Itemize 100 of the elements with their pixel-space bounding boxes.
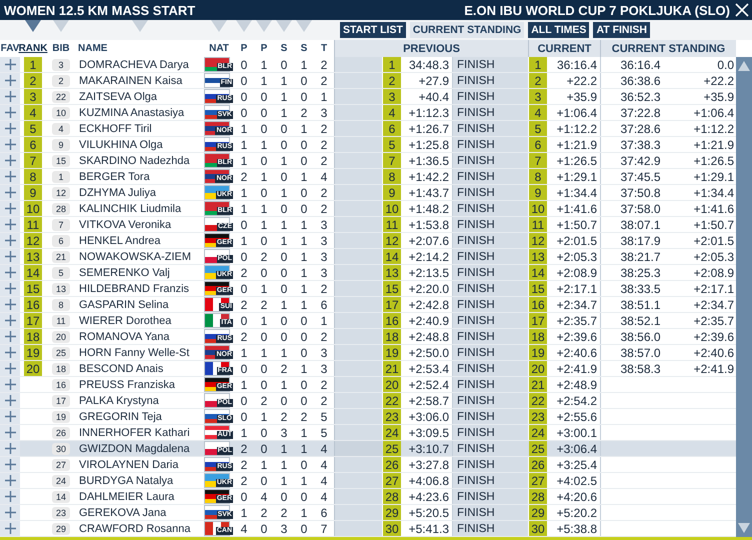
misses-count: 0: [280, 201, 288, 216]
standing-time: 37:38.3: [620, 138, 661, 152]
status-label: FINISH: [452, 505, 528, 520]
rank-badge: 24: [529, 425, 547, 440]
rank-badge: 12: [529, 233, 547, 248]
total-misses: 5: [320, 409, 328, 424]
column-header[interactable]: P: [254, 40, 274, 57]
view-tab[interactable]: AT FINISH: [593, 22, 650, 38]
athlete-name: GREGORIN Teja: [78, 410, 163, 424]
column-header[interactable]: S: [274, 40, 294, 57]
split-time: +1:21.9: [556, 137, 598, 152]
plus-icon[interactable]: [4, 59, 16, 70]
rank-badge: 11: [24, 217, 42, 232]
status-label: FINISH: [452, 489, 528, 504]
misses-count: 0: [280, 313, 288, 328]
rank-badge: 8: [383, 169, 401, 184]
plus-icon[interactable]: [4, 299, 16, 310]
plus-icon[interactable]: [4, 347, 16, 358]
athlete-name: KUZMINA Anastasiya: [78, 106, 186, 120]
plus-icon[interactable]: [4, 139, 16, 150]
column-header[interactable]: RANK: [20, 40, 46, 57]
close-icon[interactable]: [734, 2, 750, 18]
athlete-name: ZAITSEVA Olga: [78, 90, 158, 104]
misses-count: 0: [300, 457, 308, 472]
time-behind: +2:35.7: [694, 314, 734, 328]
plus-icon[interactable]: [4, 91, 16, 102]
plus-icon[interactable]: [4, 219, 16, 230]
misses-count: 1: [260, 73, 268, 88]
total-misses: 2: [320, 377, 328, 392]
column-header[interactable]: NAT: [204, 40, 234, 57]
scrollbar[interactable]: [736, 57, 752, 537]
bib-number: 1: [52, 170, 70, 182]
plus-icon[interactable]: [4, 203, 16, 214]
rank-badge: 19: [383, 345, 401, 360]
plus-icon[interactable]: [4, 267, 16, 278]
rank-badge: 7: [24, 153, 42, 168]
split-time: +2:14.2: [408, 249, 450, 264]
misses-count: 1: [240, 121, 248, 136]
split-time: +40.4: [418, 89, 450, 104]
misses-count: 0: [280, 281, 288, 296]
misses-count: 1: [240, 377, 248, 392]
rank-badge: 18: [383, 329, 401, 344]
plus-icon[interactable]: [4, 475, 16, 486]
plus-icon[interactable]: [4, 171, 16, 182]
time-behind: +2:01.5: [694, 234, 734, 248]
split-time: +5:41.3: [408, 521, 450, 536]
time-behind: +2:40.6: [694, 346, 734, 360]
athlete-name: PALKA Krystyna: [78, 394, 160, 408]
plus-icon[interactable]: [4, 331, 16, 342]
plus-icon[interactable]: [4, 491, 16, 502]
plus-icon[interactable]: [4, 155, 16, 166]
plus-icon[interactable]: [4, 395, 16, 406]
total-misses: 2: [320, 153, 328, 168]
column-header[interactable]: BIB: [46, 40, 76, 57]
plus-icon[interactable]: [4, 427, 16, 438]
total-misses: 4: [320, 473, 328, 488]
total-misses: 1: [320, 89, 328, 104]
rank-badge: 11: [529, 217, 547, 232]
misses-count: 0: [300, 489, 308, 504]
plus-icon[interactable]: [4, 251, 16, 262]
misses-count: 0: [240, 393, 248, 408]
total-misses: 3: [320, 345, 328, 360]
status-label: FINISH: [452, 345, 528, 360]
plus-icon[interactable]: [4, 443, 16, 454]
plus-icon[interactable]: [4, 459, 16, 470]
status-label: FINISH: [452, 361, 528, 376]
misses-count: 1: [300, 297, 308, 312]
plus-icon[interactable]: [4, 523, 16, 534]
split-time: +2:39.6: [556, 329, 598, 344]
plus-icon[interactable]: [4, 315, 16, 326]
view-tab[interactable]: ALL TIMES: [528, 22, 590, 38]
misses-count: 0: [240, 361, 248, 376]
time-behind: +1:29.1: [694, 170, 734, 184]
standing-time: 38:21.7: [620, 250, 661, 264]
bib-number: 3: [52, 58, 70, 70]
status-label: FINISH: [452, 281, 528, 296]
bib-number: 26: [52, 426, 70, 438]
view-tab[interactable]: CURRENT STANDING: [410, 22, 524, 38]
rank-badge: 29: [529, 505, 547, 520]
column-header[interactable]: S: [294, 40, 314, 57]
plus-icon[interactable]: [4, 235, 16, 246]
plus-icon[interactable]: [4, 107, 16, 118]
column-header[interactable]: NAME: [76, 40, 204, 57]
plus-icon[interactable]: [4, 123, 16, 134]
plus-icon[interactable]: [4, 379, 16, 390]
plus-icon[interactable]: [4, 187, 16, 198]
plus-icon[interactable]: [4, 283, 16, 294]
plus-icon[interactable]: [4, 75, 16, 86]
misses-count: 0: [260, 105, 268, 120]
plus-icon[interactable]: [4, 411, 16, 422]
plus-icon[interactable]: [4, 507, 16, 518]
bib-number: 20: [52, 330, 70, 342]
column-header[interactable]: P: [234, 40, 254, 57]
misses-count: 0: [300, 393, 308, 408]
standing-time: 38:07.1: [620, 218, 661, 232]
view-tab[interactable]: START LIST: [340, 22, 406, 38]
rank-badge: 7: [383, 153, 401, 168]
plus-icon[interactable]: [4, 363, 16, 374]
time-behind: +2:34.7: [694, 298, 734, 312]
misses-count: 0: [280, 489, 288, 504]
